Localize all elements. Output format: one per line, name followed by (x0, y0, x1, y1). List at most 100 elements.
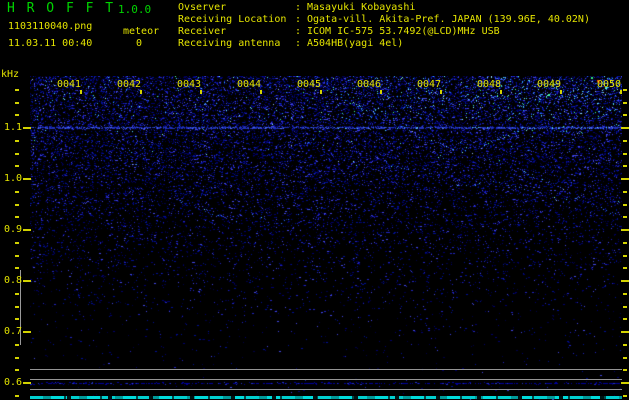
level-line-3 (30, 389, 622, 390)
freq-minor-tick-right (623, 140, 627, 142)
freq-minor-tick-left (15, 318, 19, 320)
time-tick (440, 90, 442, 94)
time-tick (260, 90, 262, 94)
activity-line (30, 396, 622, 399)
meteor-count: 0 (136, 38, 143, 49)
freq-minor-tick-left (15, 267, 19, 269)
time-label: 0043 (176, 79, 202, 90)
freq-minor-tick-left (15, 102, 19, 104)
timestamp: 11.03.11 00:40 (8, 38, 93, 49)
freq-minor-tick-left (15, 153, 19, 155)
freq-minor-tick-right (623, 293, 627, 295)
freq-tick-label: 1.0 (3, 173, 22, 184)
freq-tick-label: 1.1 (3, 122, 22, 133)
info-label: Receiving antenna (178, 38, 281, 49)
time-label: 0049 (536, 79, 562, 90)
info-separator: : (295, 2, 302, 13)
time-label: 0047 (416, 79, 442, 90)
info-row-observer: Ovserver: Masayuki Kobayashi (178, 2, 415, 13)
time-label: 0050 (596, 79, 622, 90)
time-label: 0044 (236, 79, 262, 90)
freq-tick-label: 0.9 (3, 224, 22, 235)
time-tick (380, 90, 382, 94)
freq-minor-tick-right (623, 255, 627, 257)
info-row-receiver: Receiver: ICOM IC-575 53.7492(@LCD)MHz US… (178, 26, 500, 37)
time-tick (620, 90, 622, 94)
freq-tick-label: 0.7 (3, 326, 22, 337)
freq-minor-tick-left (15, 255, 19, 257)
freq-minor-tick-left (15, 114, 19, 116)
time-label: 0045 (296, 79, 322, 90)
freq-minor-tick-left (15, 216, 19, 218)
info-value: Ogata-vill. Akita-Pref. JAPAN (139.96E, … (307, 14, 590, 25)
freq-major-tick-left (23, 178, 31, 180)
app-version: 1.0.0 (118, 3, 152, 16)
freq-minor-tick-right (623, 102, 627, 104)
spectrogram-canvas (30, 76, 622, 400)
freq-major-tick-left (23, 382, 31, 384)
freq-major-tick-right (621, 229, 629, 231)
freq-minor-tick-left (15, 369, 19, 371)
info-separator: : (295, 26, 302, 37)
level-line-2 (30, 379, 622, 380)
info-label: Receiving Location (178, 14, 287, 25)
freq-minor-tick-right (623, 357, 627, 359)
freq-minor-tick-left (15, 357, 19, 359)
freq-minor-tick-left (15, 140, 19, 142)
freq-minor-tick-left (15, 89, 19, 91)
freq-major-tick-left (23, 280, 31, 282)
freq-minor-tick-left (15, 191, 19, 193)
time-label: 0048 (476, 79, 502, 90)
time-tick (200, 90, 202, 94)
freq-minor-tick-right (623, 318, 627, 320)
freq-minor-tick-right (623, 395, 627, 397)
info-label: Ovserver (178, 2, 227, 13)
level-line-1 (30, 369, 622, 370)
time-tick (560, 90, 562, 94)
mode-label: meteor (123, 26, 160, 37)
time-tick (140, 90, 142, 94)
info-value: ICOM IC-575 53.7492(@LCD)MHz USB (307, 26, 500, 37)
freq-minor-tick-right (623, 191, 627, 193)
time-label: 0046 (356, 79, 382, 90)
freq-minor-tick-right (623, 306, 627, 308)
info-value: Masayuki Kobayashi (307, 2, 416, 13)
freq-major-tick-left (23, 331, 31, 333)
freq-major-tick-right (621, 127, 629, 129)
output-file-name: 1103110040.png (8, 21, 93, 32)
freq-minor-tick-right (623, 242, 627, 244)
freq-major-tick-left (23, 127, 31, 129)
freq-minor-tick-left (15, 344, 19, 346)
freq-major-tick-left (23, 229, 31, 231)
freq-unit-label: kHz (1, 69, 20, 80)
hrofft-window: H R O F F T 1.0.0 1103110040.png meteor … (0, 0, 629, 400)
freq-minor-tick-left (15, 395, 19, 397)
freq-tick-label: 0.8 (3, 275, 22, 286)
freq-minor-tick-left (15, 293, 19, 295)
freq-major-tick-right (621, 280, 629, 282)
time-label: 0042 (116, 79, 142, 90)
freq-minor-tick-right (623, 216, 627, 218)
freq-minor-tick-right (623, 153, 627, 155)
freq-minor-tick-left (15, 165, 19, 167)
freq-major-tick-right (621, 382, 629, 384)
info-label: Receiver (178, 26, 227, 37)
freq-minor-tick-right (623, 204, 627, 206)
freq-minor-tick-right (623, 369, 627, 371)
freq-minor-tick-left (15, 306, 19, 308)
info-separator: : (295, 14, 302, 25)
freq-major-tick-right (621, 178, 629, 180)
freq-minor-tick-left (15, 242, 19, 244)
time-label: 0041 (56, 79, 82, 90)
freq-minor-tick-right (623, 165, 627, 167)
time-tick (80, 90, 82, 94)
info-value: A504HB(yagi 4el) (307, 38, 404, 49)
freq-minor-tick-right (623, 344, 627, 346)
freq-major-tick-right (621, 331, 629, 333)
app-title: H R O F F T (7, 1, 116, 16)
freq-tick-label: 0.6 (3, 377, 22, 388)
time-tick (320, 90, 322, 94)
freq-minor-tick-left (15, 204, 19, 206)
freq-minor-tick-right (623, 114, 627, 116)
time-tick (500, 90, 502, 94)
